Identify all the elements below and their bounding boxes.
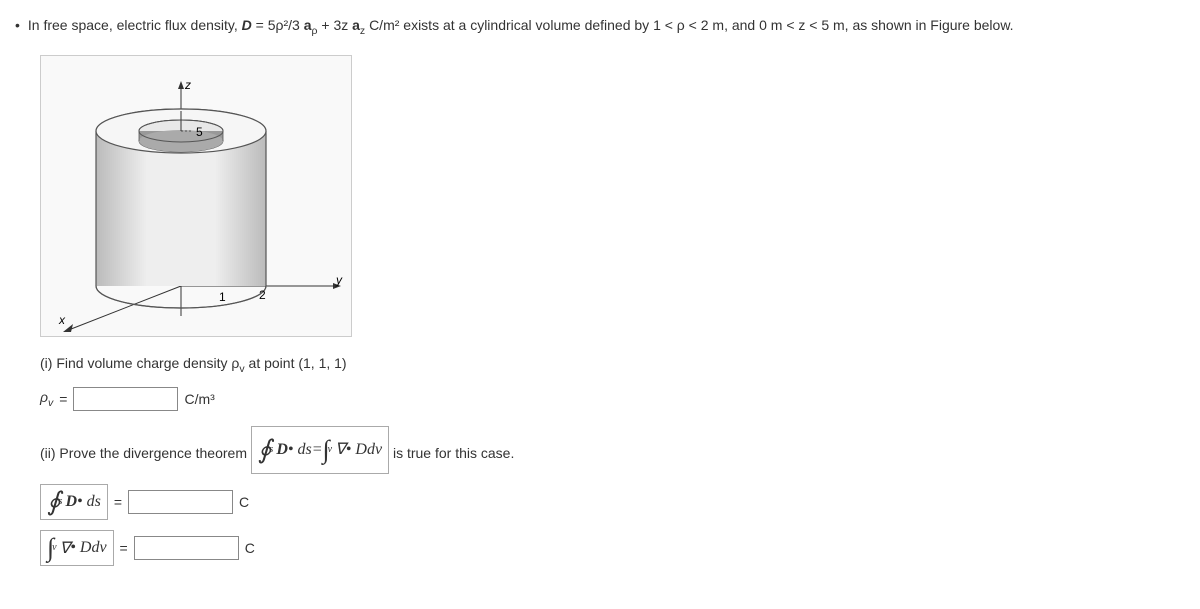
a-z-base: a: [352, 17, 360, 33]
nabla-rhs: ∇: [335, 437, 346, 463]
bullet: •: [15, 17, 20, 33]
eq-2b: =: [120, 540, 128, 556]
eq-mid: =: [312, 437, 323, 463]
units-2b: C: [245, 540, 255, 556]
rho-label-char: ρ: [40, 389, 48, 405]
intro-text: In free space, electric flux density,: [28, 17, 242, 33]
plus-part: + 3z: [321, 17, 352, 33]
volume-integral-box: ∫v ∇ • Ddv: [40, 530, 114, 566]
dot-D-rhs: • D: [346, 437, 367, 463]
D-2a: D: [65, 493, 77, 511]
figure-container: z y x: [40, 55, 352, 337]
answer-2b-row: ∫v ∇ • Ddv = C: [40, 530, 1185, 566]
label-2: 2: [259, 288, 266, 302]
label-5: 5: [196, 125, 203, 139]
y-axis-label: y: [335, 273, 343, 287]
units-2a: C: [239, 494, 249, 510]
dv-2b: dv: [91, 539, 106, 557]
D-units: C/m²: [369, 17, 399, 33]
problem-statement: • In free space, electric flux density, …: [15, 15, 1185, 40]
q1-text: (i) Find volume charge density ρ: [40, 355, 239, 371]
D-var: D: [242, 17, 252, 33]
surface-integral-input[interactable]: [128, 490, 233, 514]
rho-v-label: ρv: [40, 389, 53, 409]
answer-1-row: ρv = C/m³: [40, 387, 1185, 411]
statement-text: In free space, electric flux density, D …: [28, 15, 1014, 40]
rho-v-input[interactable]: [73, 387, 178, 411]
nabla-2b: ∇: [60, 538, 71, 558]
x-axis-label: x: [58, 313, 66, 327]
dot-ds-lhs: • ds: [288, 437, 312, 463]
z-axis-label: z: [184, 78, 191, 92]
D-lhs: D: [276, 437, 288, 463]
rho-v-sub: v: [48, 397, 53, 409]
equals-part: = 5ρ²/3: [256, 17, 304, 33]
rho-sub: ρ: [312, 25, 318, 37]
dot-D-2b: • D: [70, 539, 91, 557]
q2-text: (ii) Prove the divergence theorem: [40, 445, 251, 461]
surface-integral-box: ∮s D • ds: [40, 484, 108, 520]
question-2: (ii) Prove the divergence theorem ∮s D •…: [40, 426, 1185, 474]
cylinder-figure-svg: z y x: [41, 56, 351, 336]
q1-units: C/m³: [184, 391, 214, 407]
exists-text: exists at a cylindrical volume defined b…: [403, 17, 1013, 33]
q1-equals: =: [59, 391, 67, 407]
volume-integral-input[interactable]: [134, 536, 239, 560]
label-1: 1: [219, 290, 226, 304]
answer-2a-row: ∮s D • ds = C: [40, 484, 1185, 520]
eq-2a: =: [114, 494, 122, 510]
a-rho-base: a: [304, 17, 312, 33]
q1-text2: at point (1, 1, 1): [245, 355, 347, 371]
q2-text2: is true for this case.: [393, 445, 514, 461]
question-1: (i) Find volume charge density ρv at poi…: [40, 352, 1185, 378]
dot-ds-2a: • ds: [77, 493, 101, 511]
z-sub: z: [360, 25, 365, 37]
dv-rhs: dv: [367, 437, 382, 463]
divergence-theorem-box: ∮s D • ds = ∫v ∇ • Ddv: [251, 426, 389, 474]
